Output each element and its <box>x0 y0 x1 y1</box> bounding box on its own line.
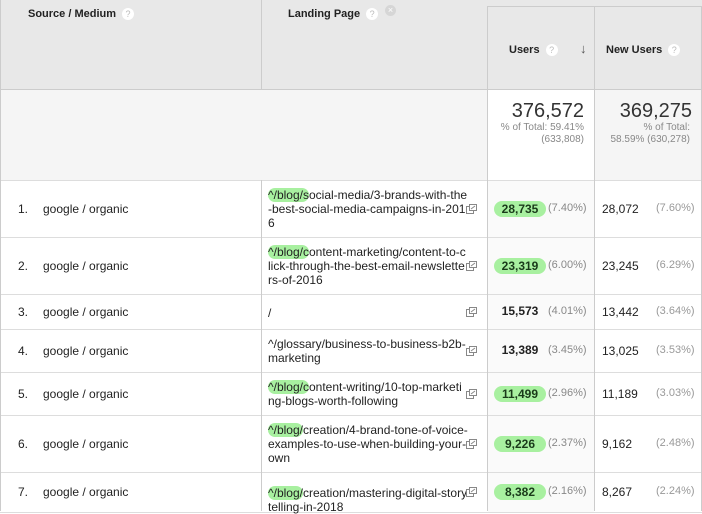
total-users-overall: (633,808) <box>541 134 584 145</box>
row-index: 1. <box>18 201 29 216</box>
row-index: 6. <box>18 436 29 451</box>
users-value: 9,226 <box>494 435 546 452</box>
sort-descending-icon[interactable]: ↓ <box>580 41 587 56</box>
help-icon[interactable]: ? <box>366 8 379 21</box>
col-header-landing-page[interactable]: Landing Page? <box>288 8 379 21</box>
search-highlight: ^/blog/ <box>268 486 303 500</box>
landing-page-link[interactable]: / <box>268 306 468 320</box>
open-external-link-icon[interactable] <box>466 438 477 449</box>
table-row: 4. google / organic ^/glossary/business-… <box>0 330 702 373</box>
total-new-users: 369,275 <box>619 100 692 122</box>
open-external-link-icon[interactable] <box>466 388 477 399</box>
landing-page-link[interactable]: ^/blog/social-media/3-brands-with-the-be… <box>268 188 468 230</box>
landing-page-link[interactable]: ^/glossary/business-to-business-b2b-mark… <box>268 337 468 365</box>
col-label: Users <box>509 44 540 56</box>
totals-row: 376,572 % of Total: 59.41% (633,808) 369… <box>0 90 702 181</box>
new-users-value: 13,442 <box>602 304 639 319</box>
users-value: 8,382 <box>494 484 546 500</box>
users-percent: (3.45%) <box>548 343 587 356</box>
source-medium-link[interactable]: google / organic <box>43 259 128 273</box>
source-medium-link[interactable]: google / organic <box>43 202 128 216</box>
col-label: New Users <box>606 44 663 56</box>
col-header-new-users[interactable]: New Users? <box>606 44 681 57</box>
new-users-value: 11,189 <box>602 386 638 401</box>
new-users-percent: (2.48%) <box>656 436 695 449</box>
landing-page-link[interactable]: ^/blog/creation/mastering-digital-storyt… <box>268 486 468 514</box>
open-external-link-icon[interactable] <box>466 306 477 317</box>
search-highlight: ^/blog/c <box>268 245 309 259</box>
users-percent: (7.40%) <box>548 201 587 214</box>
row-index: 5. <box>18 386 29 401</box>
users-value: 13,389 <box>501 342 539 357</box>
col-header-source-medium[interactable]: Source / Medium? <box>28 8 135 21</box>
col-label: Landing Page <box>288 8 361 20</box>
landing-page-link[interactable]: ^/blog/creation/4-brand-tone-of-voice-ex… <box>268 423 468 465</box>
landing-page-path: / <box>268 305 272 320</box>
users-value: 15,573 <box>501 303 539 318</box>
table-row: 1. google / organic ^/blog/social-media/… <box>0 181 702 238</box>
open-external-link-icon[interactable] <box>466 260 477 271</box>
source-medium-link[interactable]: google / organic <box>43 387 128 401</box>
help-icon[interactable]: ? <box>668 44 681 57</box>
table-header: Source / Medium? Landing Page? × Users? … <box>0 0 702 90</box>
new-users-value: 23,245 <box>602 258 639 273</box>
total-users: 376,572 <box>511 100 584 122</box>
open-external-link-icon[interactable] <box>466 203 477 214</box>
help-icon[interactable]: ? <box>122 8 135 21</box>
table-row: 5. google / organic ^/blog/content-writi… <box>0 373 702 416</box>
table-row: 2. google / organic ^/blog/content-marke… <box>0 238 702 295</box>
search-highlight: ^/blog/s <box>268 188 309 202</box>
row-index: 4. <box>18 343 29 358</box>
source-medium-link[interactable]: google / organic <box>43 344 128 358</box>
landing-page-path: ^/glossary/business-to-business-b2b-mark… <box>268 337 466 365</box>
remove-dimension-icon[interactable]: × <box>385 5 396 16</box>
search-highlight: ^/blog/c <box>268 380 309 394</box>
table-row: 7. google / organic ^/blog/creation/mast… <box>0 473 702 514</box>
new-users-value: 28,072 <box>602 201 639 216</box>
users-percent: (2.96%) <box>548 386 587 399</box>
help-icon[interactable]: ? <box>545 44 558 57</box>
row-index: 7. <box>18 485 29 499</box>
new-users-percent: (2.24%) <box>656 485 695 497</box>
table-row: 3. google / organic / 15,573 (4.01%) 13,… <box>0 295 702 330</box>
new-users-percent: (7.60%) <box>656 201 695 214</box>
users-value: 28,735 <box>494 200 546 217</box>
users-percent: (2.16%) <box>548 485 587 497</box>
landing-page-link[interactable]: ^/blog/content-marketing/content-to-clic… <box>268 245 468 287</box>
source-medium-link[interactable]: google / organic <box>43 437 128 451</box>
total-new-users-pct: % of Total: <box>643 122 690 133</box>
row-index: 2. <box>18 258 29 273</box>
total-users-pct: % of Total: 59.41% <box>500 122 584 133</box>
total-new-users-overall: 58.59% (630,278) <box>610 134 690 145</box>
landing-page-link[interactable]: ^/blog/content-writing/10-top-marketing-… <box>268 380 468 408</box>
table-row: 6. google / organic ^/blog/creation/4-br… <box>0 416 702 473</box>
new-users-percent: (3.03%) <box>656 386 695 399</box>
users-percent: (2.37%) <box>548 436 587 449</box>
col-header-users[interactable]: Users? <box>509 44 558 57</box>
source-medium-link[interactable]: google / organic <box>43 305 128 319</box>
new-users-value: 13,025 <box>602 343 639 358</box>
users-percent: (4.01%) <box>548 304 587 317</box>
new-users-percent: (3.64%) <box>656 304 695 317</box>
search-highlight: ^/blog/ <box>268 423 303 437</box>
users-value: 11,499 <box>494 385 546 402</box>
new-users-percent: (3.53%) <box>656 343 695 356</box>
users-value: 23,319 <box>494 257 546 274</box>
source-medium-link[interactable]: google / organic <box>43 485 128 499</box>
new-users-value: 8,267 <box>602 485 633 499</box>
users-percent: (6.00%) <box>548 258 587 271</box>
new-users-value: 9,162 <box>602 436 633 451</box>
row-index: 3. <box>18 304 29 319</box>
open-external-link-icon[interactable] <box>466 487 477 497</box>
col-label: Source / Medium <box>28 8 117 20</box>
new-users-percent: (6.29%) <box>656 258 695 271</box>
open-external-link-icon[interactable] <box>466 345 477 356</box>
